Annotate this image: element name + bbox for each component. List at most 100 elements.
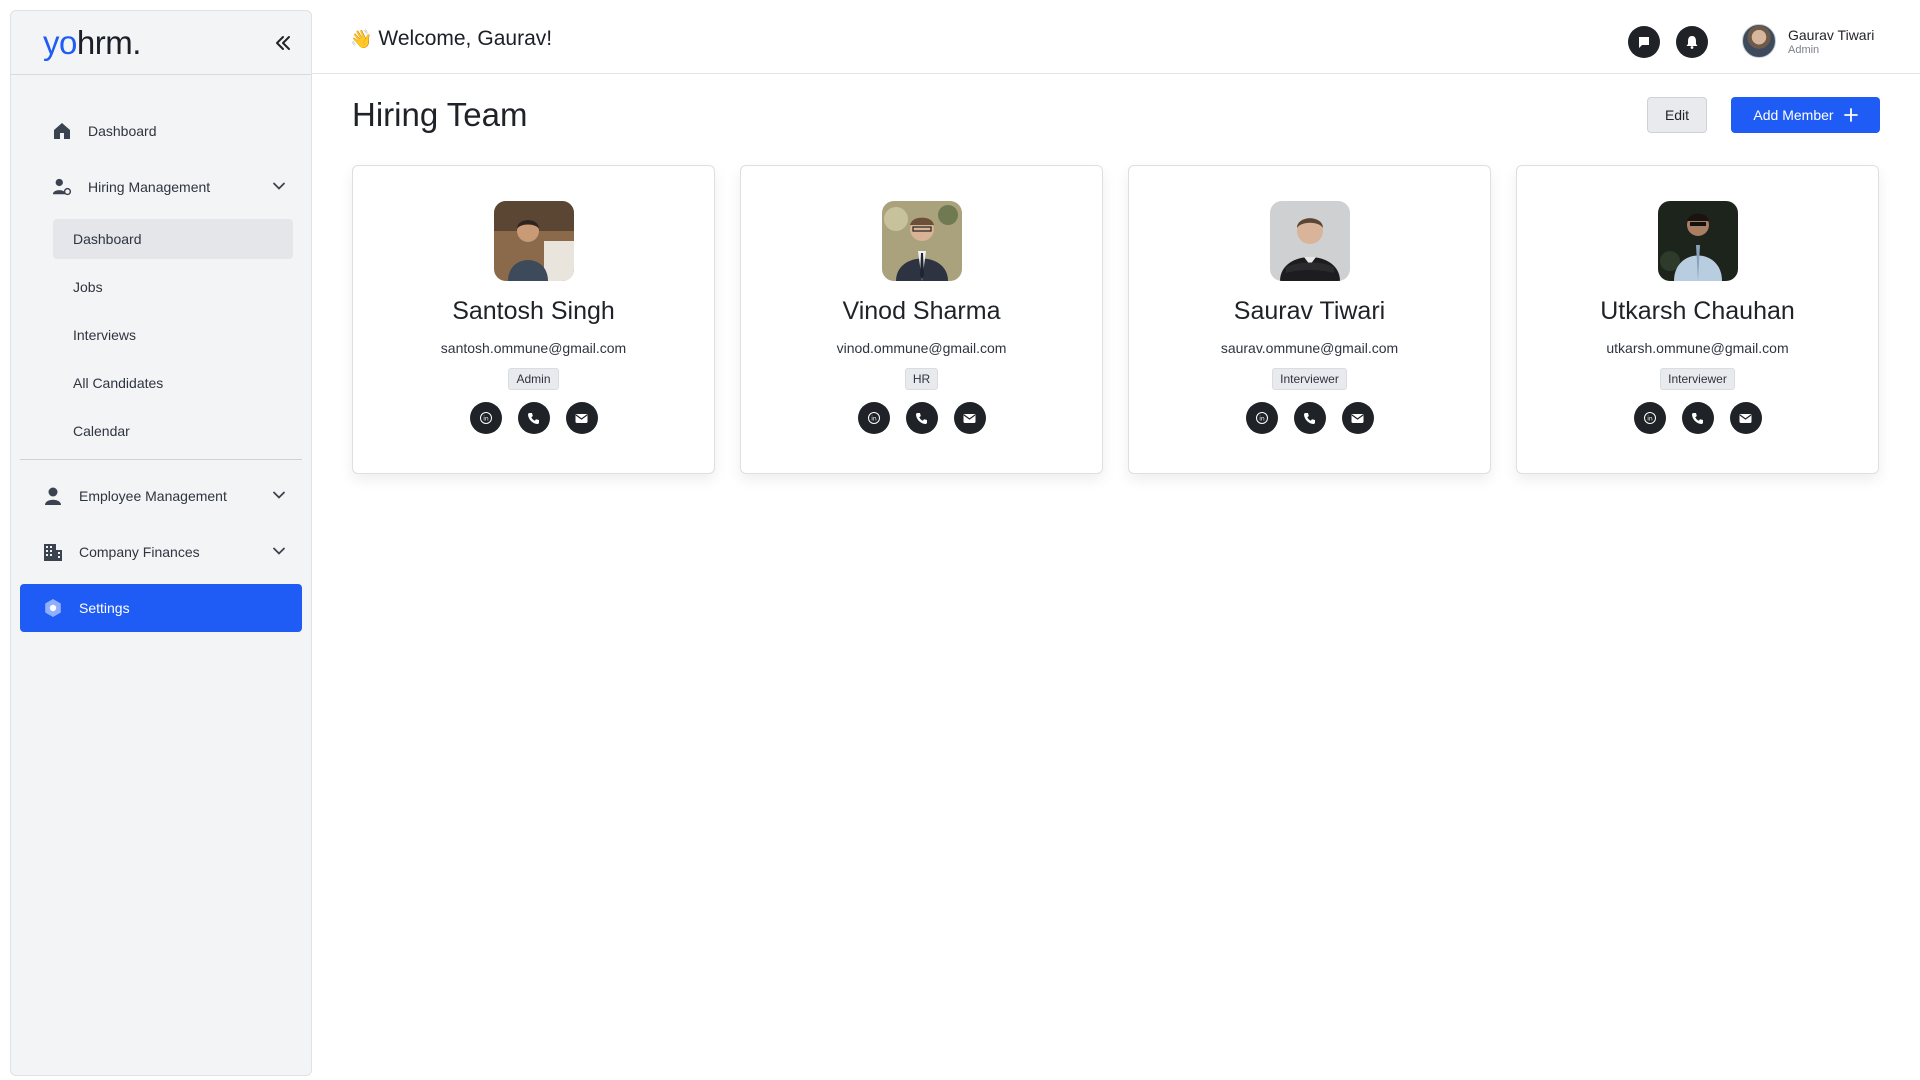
email-button[interactable]: [565, 402, 598, 434]
mail-icon: [1739, 413, 1752, 423]
role-badge: Admin: [508, 368, 559, 390]
svg-text:in: in: [483, 415, 489, 422]
building-icon: [43, 542, 63, 562]
bell-icon: [1686, 36, 1698, 49]
member-actions: in: [857, 402, 986, 434]
linkedin-icon: in: [1255, 412, 1268, 424]
sidebar-item-label: Employee Management: [79, 488, 227, 504]
sidebar-item-label: Company Finances: [79, 544, 200, 560]
phone-button[interactable]: [1293, 402, 1326, 434]
member-card: Saurav Tiwari saurav.ommune@gmail.com In…: [1128, 165, 1491, 474]
svg-text:in: in: [871, 415, 877, 422]
linkedin-icon: in: [1643, 412, 1656, 424]
edit-button[interactable]: Edit: [1647, 97, 1707, 133]
user-name: Gaurav Tiwari: [1788, 26, 1875, 43]
sidebar-item-label: Dashboard: [88, 123, 157, 139]
plus-icon: [1843, 108, 1858, 122]
add-member-button[interactable]: Add Member: [1731, 97, 1880, 133]
member-name: Utkarsh Chauhan: [1600, 297, 1795, 325]
add-member-label: Add Member: [1753, 107, 1834, 123]
welcome-text: Welcome,: [378, 27, 472, 50]
email-button[interactable]: [1729, 402, 1762, 434]
phone-icon: [528, 412, 539, 424]
logo[interactable]: yohrm.: [43, 24, 141, 62]
home-icon: [52, 121, 72, 141]
member-email: utkarsh.ommune@gmail.com: [1606, 340, 1789, 356]
member-actions: in: [1633, 402, 1762, 434]
avatar: [1742, 24, 1776, 58]
member-photo: [493, 201, 574, 281]
linkedin-button[interactable]: in: [857, 402, 890, 434]
email-button[interactable]: [1341, 402, 1374, 434]
user-icon: [43, 486, 63, 506]
member-email: saurav.ommune@gmail.com: [1220, 340, 1399, 356]
linkedin-icon: in: [867, 412, 880, 424]
user-profile[interactable]: Gaurav Tiwari Admin: [1742, 24, 1874, 58]
linkedin-button[interactable]: in: [1633, 402, 1666, 434]
collapse-sidebar-button[interactable]: [269, 29, 297, 57]
submenu-item-jobs[interactable]: Jobs: [53, 267, 293, 307]
sidebar: yohrm. Dashboard Hiring Management Dashb…: [10, 10, 312, 1076]
sidebar-item-company-finances[interactable]: Company Finances: [20, 528, 302, 576]
logo-bar: yohrm.: [11, 11, 311, 75]
mail-icon: [963, 413, 976, 423]
chevron-down-icon: [273, 491, 285, 499]
member-photo: [1269, 201, 1350, 281]
users-cog-icon: [52, 177, 72, 197]
chevron-down-icon: [273, 547, 285, 555]
messages-button[interactable]: [1628, 26, 1660, 58]
submenu-item-dashboard[interactable]: Dashboard: [53, 219, 293, 259]
phone-button[interactable]: [517, 402, 550, 434]
phone-icon: [1692, 412, 1703, 424]
member-name: Saurav Tiwari: [1233, 297, 1386, 325]
double-chevron-left-icon: [276, 35, 290, 50]
submenu-item-all-candidates[interactable]: All Candidates: [53, 363, 293, 403]
linkedin-button[interactable]: in: [469, 402, 502, 434]
notifications-button[interactable]: [1676, 26, 1708, 58]
sidebar-item-label: Settings: [79, 600, 130, 616]
member-name: Santosh Singh: [452, 297, 615, 325]
role-badge: HR: [904, 368, 939, 390]
waving-hand-icon: 👋: [350, 28, 373, 49]
phone-button[interactable]: [1681, 402, 1714, 434]
sidebar-item-dashboard[interactable]: Dashboard: [20, 107, 302, 155]
sidebar-nav: Dashboard Hiring Management Dashboard Jo…: [11, 75, 311, 632]
role-badge: Interviewer: [1660, 368, 1735, 390]
user-role: Admin: [1788, 43, 1820, 56]
sidebar-item-label: Hiring Management: [88, 179, 211, 195]
sidebar-item-hiring-management[interactable]: Hiring Management: [20, 163, 302, 211]
member-actions: in: [469, 402, 598, 434]
member-photo: [881, 201, 962, 281]
welcome-message: 👋 Welcome, Gaurav!: [350, 27, 552, 51]
hiring-submenu: Dashboard Jobs Interviews All Candidates…: [53, 219, 293, 451]
role-badge: Interviewer: [1272, 368, 1347, 390]
member-photo: [1657, 201, 1738, 281]
phone-button[interactable]: [905, 402, 938, 434]
member-name: Vinod Sharma: [842, 297, 1001, 325]
team-cards: Santosh Singh santosh.ommune@gmail.com A…: [352, 165, 1879, 474]
logo-suffix: hrm.: [76, 23, 142, 61]
member-actions: in: [1245, 402, 1374, 434]
member-card: Utkarsh Chauhan utkarsh.ommune@gmail.com…: [1516, 165, 1879, 474]
member-card: Vinod Sharma vinod.ommune@gmail.com HR i…: [740, 165, 1103, 474]
linkedin-icon: in: [479, 412, 492, 424]
submenu-item-calendar[interactable]: Calendar: [53, 411, 293, 451]
welcome-user-name: Gaurav!: [477, 27, 553, 50]
chevron-down-icon: [273, 182, 285, 190]
logo-prefix: yo: [43, 23, 77, 61]
gear-icon: [43, 598, 63, 618]
page-title: Hiring Team: [352, 96, 528, 133]
svg-text:in: in: [1647, 415, 1653, 422]
phone-icon: [1304, 412, 1315, 424]
sidebar-item-employee-management[interactable]: Employee Management: [20, 472, 302, 520]
mail-icon: [575, 413, 588, 423]
mail-icon: [1351, 413, 1364, 423]
chat-icon: [1639, 37, 1649, 48]
submenu-item-interviews[interactable]: Interviews: [53, 315, 293, 355]
email-button[interactable]: [953, 402, 986, 434]
phone-icon: [916, 412, 927, 424]
member-email: santosh.ommune@gmail.com: [440, 340, 627, 356]
member-email: vinod.ommune@gmail.com: [836, 340, 1007, 356]
linkedin-button[interactable]: in: [1245, 402, 1278, 434]
sidebar-item-settings[interactable]: Settings: [20, 584, 302, 632]
